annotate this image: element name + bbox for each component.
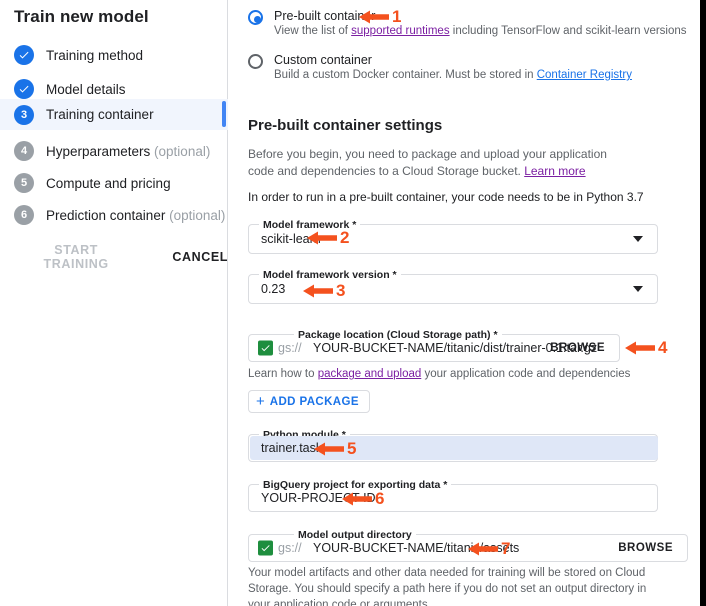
annotation-number: 1	[392, 8, 401, 25]
annotation-2: 2	[307, 229, 349, 246]
annotation-4: 4	[625, 339, 667, 356]
sidebar-item-label: Training method	[46, 48, 143, 63]
main-content: Pre-built container View the list of sup…	[229, 0, 700, 606]
python-module-value[interactable]: trainer.task	[261, 441, 322, 455]
radio-custom-label: Custom container	[274, 53, 372, 67]
annotation-6: 6	[342, 490, 384, 507]
step-complete-icon	[14, 79, 34, 99]
python-module-field[interactable]: Python module * trainer.task	[248, 434, 658, 462]
train-new-model-wizard: Train new model Training method Model de…	[0, 0, 706, 606]
sidebar-item-hyperparameters[interactable]: 4 Hyperparameters (optional)	[0, 134, 228, 168]
python-version-note: In order to run in a pre-built container…	[248, 190, 644, 204]
radio-custom-description: Build a custom Docker container. Must be…	[274, 69, 632, 81]
arrow-left-icon	[359, 9, 389, 25]
sidebar-item-label: Prediction container (optional)	[46, 208, 225, 223]
sidebar-actions: START TRAINING CANCEL	[0, 243, 228, 271]
bigquery-project-field[interactable]: BigQuery project for exporting data * YO…	[248, 484, 658, 512]
annotation-3: 3	[303, 282, 345, 299]
annotation-number: 3	[336, 282, 345, 299]
radio-unselected-icon	[248, 54, 263, 69]
framework-version-value: 0.23	[261, 282, 285, 296]
annotation-number: 6	[375, 490, 384, 507]
start-training-button[interactable]: START TRAINING	[20, 243, 132, 271]
package-and-upload-link[interactable]: package and upload	[318, 368, 422, 380]
package-location-helper: Learn how to package and upload your app…	[248, 366, 648, 382]
step-number-badge: 6	[14, 205, 34, 225]
annotation-1: 1	[359, 8, 401, 25]
sidebar-item-training-method[interactable]: Training method	[0, 38, 228, 72]
sidebar-item-training-container[interactable]: 3 Training container	[0, 99, 228, 130]
package-browse-button[interactable]: BROWSE	[550, 342, 605, 354]
radio-prebuilt-description: View the list of supported runtimes incl…	[274, 25, 687, 37]
add-package-button[interactable]: + ADD PACKAGE	[248, 390, 370, 413]
annotation-number: 5	[347, 440, 356, 457]
sidebar-item-label: Model details	[46, 82, 126, 97]
section-heading: Pre-built container settings	[248, 117, 442, 134]
package-location-label: Package location (Cloud Storage path) *	[294, 329, 502, 341]
annotation-7: 7	[468, 540, 510, 557]
step-number-badge: 4	[14, 141, 34, 161]
model-output-directory-helper: Your model artifacts and other data need…	[248, 565, 660, 606]
optional-tag: (optional)	[165, 208, 225, 223]
chevron-down-icon[interactable]	[633, 236, 643, 242]
arrow-left-icon	[468, 541, 498, 557]
framework-version-label: Model framework version *	[259, 269, 401, 281]
radio-selected-icon	[248, 10, 263, 25]
page-title: Train new model	[14, 7, 149, 27]
learn-more-link[interactable]: Learn more	[524, 164, 585, 178]
active-step-indicator	[222, 101, 226, 127]
sidebar-item-label: Training container	[46, 107, 154, 122]
add-package-label: ADD PACKAGE	[270, 396, 359, 408]
sidebar-item-label: Compute and pricing	[46, 176, 171, 191]
model-output-browse-button[interactable]: BROWSE	[618, 542, 673, 554]
chevron-down-icon[interactable]	[633, 286, 643, 292]
package-location-field[interactable]: Package location (Cloud Storage path) * …	[248, 334, 620, 362]
arrow-left-icon	[307, 230, 337, 246]
intro-paragraph: Before you begin, you need to package an…	[248, 146, 628, 180]
model-output-directory-label: Model output directory	[294, 529, 416, 541]
cancel-button[interactable]: CANCEL	[172, 250, 228, 264]
arrow-left-icon	[314, 441, 344, 457]
gs-prefix-label: gs://	[278, 541, 302, 555]
annotation-5: 5	[314, 440, 356, 457]
step-number-badge: 5	[14, 173, 34, 193]
arrow-left-icon	[303, 283, 333, 299]
step-number-badge: 3	[14, 105, 34, 125]
container-registry-link[interactable]: Container Registry	[537, 69, 632, 81]
annotation-number: 4	[658, 339, 667, 356]
sidebar-item-prediction-container[interactable]: 6 Prediction container (optional)	[0, 198, 228, 232]
arrow-left-icon	[342, 491, 372, 507]
gs-prefix-label: gs://	[278, 341, 302, 355]
sidebar-item-compute-and-pricing[interactable]: 5 Compute and pricing	[0, 166, 228, 200]
gs-path-valid-icon	[258, 541, 273, 556]
step-complete-icon	[14, 45, 34, 65]
wizard-sidebar: Train new model Training method Model de…	[0, 0, 228, 606]
arrow-left-icon	[625, 340, 655, 356]
plus-icon: +	[256, 394, 265, 409]
supported-runtimes-link[interactable]: supported runtimes	[351, 25, 449, 37]
sidebar-item-label: Hyperparameters (optional)	[46, 144, 210, 159]
annotation-number: 2	[340, 229, 349, 246]
gs-path-valid-icon	[258, 341, 273, 356]
annotation-number: 7	[501, 540, 510, 557]
optional-tag: (optional)	[150, 144, 210, 159]
